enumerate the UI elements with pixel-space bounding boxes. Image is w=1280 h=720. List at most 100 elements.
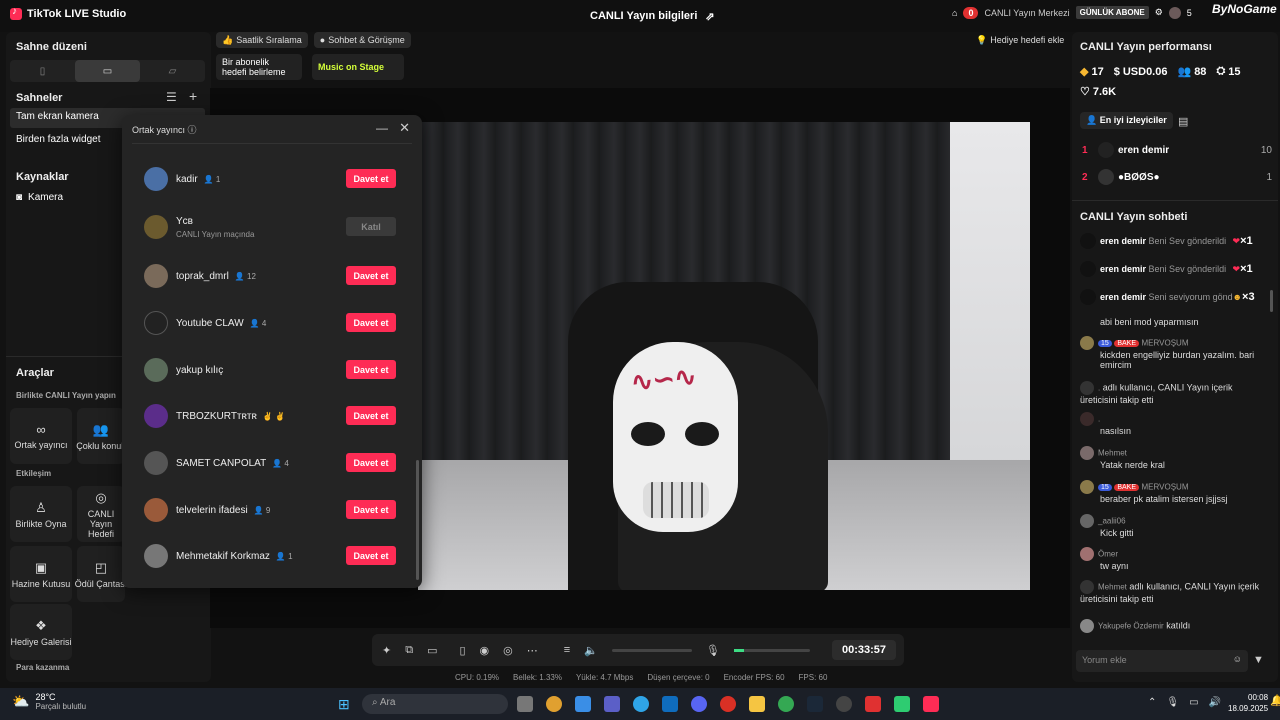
app-icon[interactable] [836, 696, 852, 712]
live-timer: 00:33:57 [831, 640, 896, 660]
volume-slider[interactable] [611, 648, 692, 652]
encoder-fps-stat: Encoder FPS: 60 [723, 673, 785, 682]
live-center-link[interactable]: CANLI Yayın Merkezi [984, 8, 1069, 18]
add-scene-icon[interactable]: + [189, 88, 197, 104]
invite-button[interactable]: Davet et [346, 169, 396, 188]
app-icon[interactable] [894, 696, 910, 712]
clock[interactable]: 00:08 18.09.2025 [1228, 692, 1268, 714]
speaker-icon[interactable]: 🔈 [584, 644, 598, 657]
top-viewer-row[interactable]: 1 eren demir 10 [1082, 140, 1272, 160]
usd-stat: $ USD0.06 [1113, 65, 1168, 78]
weather-widget[interactable]: ⛅ 28°C Parçalı bulutlu [12, 692, 86, 711]
steam-icon[interactable] [807, 696, 823, 712]
chat-message: Ömer tw aynı [1080, 547, 1270, 571]
settings-icon[interactable]: ⚙ [1155, 7, 1163, 18]
task-view-icon[interactable] [517, 696, 533, 712]
tab-chat-call[interactable]: ● Sohbet & Görüşme [313, 32, 411, 48]
bag-icon: ◰ [94, 559, 108, 575]
play-together-tool[interactable]: ♙ Birlikte Oyna [10, 486, 72, 542]
likes-stat: ♡ 7.6K [1080, 85, 1117, 99]
invite-button[interactable]: Davet et [346, 313, 396, 332]
tiktok-icon[interactable] [923, 696, 939, 712]
invite-button[interactable]: Davet et [346, 500, 396, 519]
mic-icon[interactable]: 🎙 [706, 644, 720, 657]
target-icon: ◎ [95, 489, 107, 505]
landscape-layout-icon[interactable]: ▭ [75, 60, 140, 82]
avatar [144, 264, 168, 288]
edge-icon[interactable] [633, 696, 649, 712]
treasure-box-tool[interactable]: ▣ Hazine Kutusu [10, 546, 72, 602]
invite-button[interactable]: Davet et [346, 360, 396, 379]
join-button[interactable]: Katıl [346, 217, 396, 236]
portrait-layout-icon[interactable]: ▯ [10, 60, 75, 82]
chat-scrollbar[interactable] [1270, 290, 1273, 312]
emoji-icon[interactable]: ☺ [1233, 654, 1242, 664]
minimize-icon[interactable]: — [376, 121, 388, 135]
help-icon[interactable]: ⓘ [188, 125, 197, 135]
taskbar-search[interactable]: ⌕ Ara [362, 694, 508, 714]
store-icon[interactable] [575, 696, 591, 712]
avatar [1098, 169, 1114, 185]
gift-gallery-tool[interactable]: ❖ Hediye Galerisi [10, 604, 72, 660]
effects-icon[interactable]: ◎ [503, 644, 513, 657]
music-on-stage-card[interactable]: Music on Stage [312, 54, 404, 80]
reward-bag-tool[interactable]: ◰ Ödül Çantası [75, 546, 127, 602]
co-host-tool[interactable]: ∞ Ortak yayıncı [10, 408, 72, 464]
avatar [144, 498, 168, 522]
share-icon[interactable]: ⇗ [705, 10, 714, 23]
live-info-title[interactable]: CANLI Yayın bilgileri ⇗ [590, 10, 715, 23]
magic-wand-icon[interactable]: ✦ [382, 644, 391, 657]
chrome-icon[interactable] [778, 696, 794, 712]
subscription-goal-card[interactable]: Bir abonelik hedefi belirleme [216, 54, 302, 80]
folder-icon[interactable] [749, 696, 765, 712]
discord-icon[interactable] [691, 696, 707, 712]
invite-button[interactable]: Davet et [346, 546, 396, 565]
invite-button[interactable]: Davet et [346, 406, 396, 425]
bulb-icon: 💡 [976, 34, 988, 45]
chrome-icon[interactable] [546, 696, 562, 712]
multi-guest-tool[interactable]: 👥 Çoklu konuk [76, 408, 126, 464]
top-viewer-row[interactable]: 2 ●BØØS● 1 [1082, 167, 1272, 187]
screen-icon[interactable]: ▭ [427, 644, 437, 657]
top-viewers-tab[interactable]: 👤 En iyi izleyiciler [1080, 112, 1173, 129]
volume-icon[interactable]: 🔊 [1209, 697, 1221, 708]
mic-level-slider[interactable] [733, 648, 810, 652]
live-goal-tool[interactable]: ◎ CANLI Yayın Hedefi [77, 486, 125, 542]
display-icon[interactable]: ▭ [1189, 697, 1198, 708]
outlook-icon[interactable] [662, 696, 678, 712]
close-icon[interactable]: ✕ [399, 120, 410, 136]
layout-selector[interactable]: ▯ ▭ ▱ [10, 60, 205, 82]
add-gift-goal-button[interactable]: 💡 Hediye hedefi ekle [970, 32, 1070, 48]
home-icon[interactable]: ⌂ [952, 8, 957, 18]
invite-button[interactable]: Davet et [346, 266, 396, 285]
list-icon[interactable]: ▤ [1178, 115, 1188, 128]
mic-icon[interactable]: 🎙 [1166, 697, 1179, 708]
layout-edit-icon[interactable]: ⧉ [405, 644, 413, 657]
opera-icon[interactable] [720, 696, 736, 712]
chevron-up-icon[interactable]: ⌃ [1148, 697, 1156, 708]
youtube-icon[interactable] [865, 696, 881, 712]
bell-icon[interactable]: 🔔 [1270, 694, 1280, 707]
list-icon[interactable]: ☰ [166, 90, 177, 104]
send-icon[interactable]: ▼ [1253, 654, 1264, 666]
follower-count: 👤 12 [234, 271, 256, 281]
tools-title: Araçlar [16, 367, 54, 379]
avatar [144, 404, 168, 428]
source-item[interactable]: ◙ Kamera [16, 192, 63, 203]
mobile-layout-icon[interactable]: ▱ [140, 60, 205, 82]
invite-button[interactable]: Davet et [346, 453, 396, 472]
user-icon [1080, 580, 1094, 594]
avatar [1080, 480, 1094, 494]
teams-icon[interactable] [604, 696, 620, 712]
tab-hourly-ranking[interactable]: 👍 Saatlik Sıralama [216, 32, 308, 48]
record-icon[interactable]: ◉ [480, 644, 490, 657]
popup-scrollbar[interactable] [416, 460, 419, 580]
top-count: 5 [1186, 7, 1192, 18]
windows-start-icon[interactable]: ⊞ [338, 696, 350, 713]
avatar [1080, 261, 1096, 277]
comment-input[interactable]: Yorum ekle ☺ [1076, 650, 1248, 672]
phone-icon[interactable]: ▯ [459, 644, 465, 657]
more-icon[interactable]: ⋯ [527, 644, 538, 657]
profile-avatar[interactable] [1168, 6, 1181, 19]
equalizer-icon[interactable]: ≡ [564, 644, 570, 656]
